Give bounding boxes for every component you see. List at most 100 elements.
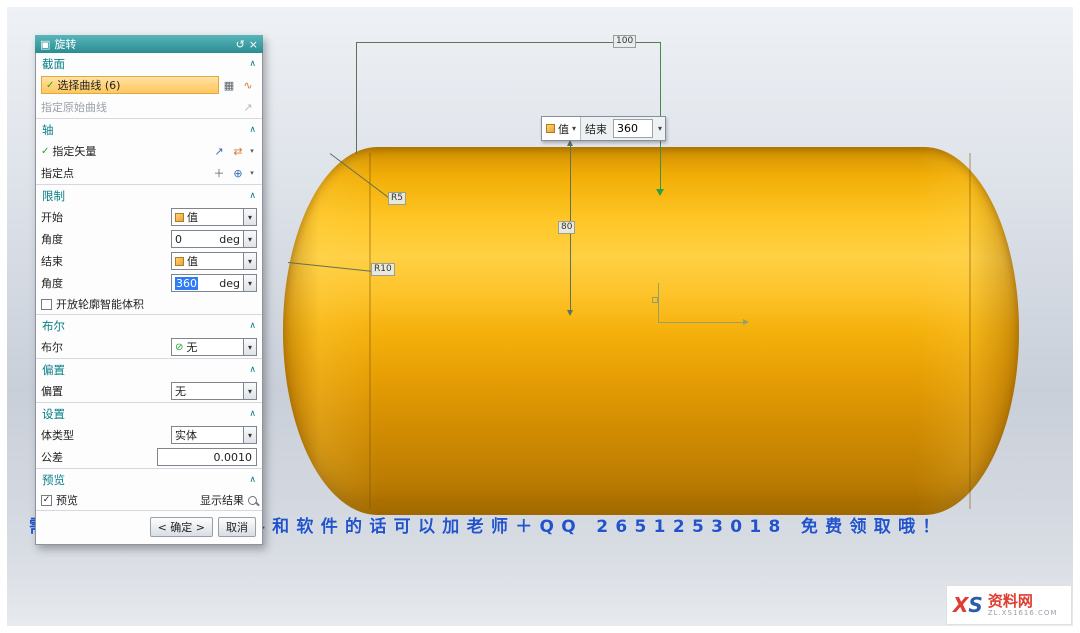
dim-extension-line-left [356, 42, 357, 154]
start-angle-input[interactable]: 0 deg ▾ [171, 230, 257, 248]
end-label: 结束 [41, 253, 63, 269]
value-option-icon [175, 213, 184, 222]
start-angle-unit: deg [219, 233, 240, 246]
tolerance-label: 公差 [41, 449, 63, 465]
cancel-button[interactable]: 取消 [218, 517, 256, 537]
end-angle-dropdown-icon[interactable]: ▾ [655, 117, 665, 140]
collapse-icon[interactable]: ∧ [249, 59, 256, 69]
section-header-limits[interactable]: 限制 ∧ [36, 184, 262, 206]
reset-icon[interactable]: ↺ [236, 39, 245, 50]
end-mode-value: 值 [187, 253, 198, 269]
dim-radius1-label[interactable]: R5 [388, 192, 406, 205]
check-icon: ✓ [43, 496, 51, 505]
cylinder-seam-right [969, 153, 971, 509]
magnifier-icon [248, 496, 257, 505]
vector-dropdown-icon[interactable]: ▾ [247, 142, 257, 160]
chevron-down-icon[interactable]: ▾ [244, 426, 257, 444]
origin-curve-label: 指定原始曲线 [41, 99, 107, 115]
limits-label: 限制 [42, 188, 65, 204]
end-mode-dropdown[interactable]: 值 ▾ [171, 252, 257, 270]
collapse-icon[interactable]: ∧ [249, 409, 256, 419]
boolean-label: 布尔 [42, 318, 65, 334]
select-curve-field[interactable]: ✓ 选择曲线 (6) [41, 76, 219, 94]
preview-checkbox[interactable]: ✓ [41, 495, 52, 506]
end-angle-input[interactable]: 360 deg ▾ [171, 274, 257, 292]
limit-mode-dropdown[interactable]: 值 ▾ [542, 117, 581, 140]
ok-button[interactable]: < 确定 > [150, 517, 213, 537]
axis-arrow-icon [656, 189, 664, 196]
sketch-handle[interactable] [652, 297, 658, 303]
dialog-title: 旋转 [54, 36, 231, 52]
specify-point-label: 指定点 [41, 165, 74, 181]
value-option-icon [546, 124, 555, 133]
revolve-dialog: ▣ 旋转 ↺ × 截面 ∧ ✓ 选择曲线 (6) ▦ ∿ 指定原始曲线 ↗ [35, 35, 263, 545]
curve-rule-icon[interactable]: ∿ [239, 76, 257, 94]
open-profile-checkbox[interactable] [41, 299, 52, 310]
start-mode-value: 值 [187, 209, 198, 225]
end-angle-label: 结束 [581, 117, 611, 140]
boolean-value: 无 [186, 339, 197, 355]
section-header-axis[interactable]: 轴 ∧ [36, 118, 262, 140]
point-icon[interactable]: ⊕ [229, 164, 247, 182]
offset-value: 无 [175, 383, 186, 399]
onscreen-input-toolbar: 值 ▾ 结束 360 ▾ [541, 116, 666, 141]
collapse-icon[interactable]: ∧ [249, 365, 256, 375]
open-profile-label: 开放轮廓智能体积 [56, 296, 144, 312]
specify-vector-label: 指定矢量 [52, 143, 96, 159]
end-angle-input[interactable]: 360 [613, 119, 653, 138]
vector-dialog-icon[interactable]: ↗ [210, 142, 228, 160]
boolean-dropdown[interactable]: ⊘ 无 ▾ [171, 338, 257, 356]
collapse-icon[interactable]: ∧ [249, 125, 256, 135]
dialog-titlebar[interactable]: ▣ 旋转 ↺ × [35, 35, 263, 53]
offset-dropdown[interactable]: 无 ▾ [171, 382, 257, 400]
limit-mode-value: 值 [558, 121, 569, 137]
tolerance-input[interactable]: 0.0010 [157, 448, 257, 466]
watermark-name: 资料网 [988, 593, 1058, 609]
section-header-offset[interactable]: 偏置 ∧ [36, 358, 262, 380]
show-result-button[interactable]: 显示结果 [200, 492, 257, 508]
dim-height-label[interactable]: 80 [558, 221, 575, 234]
settings-label: 设置 [42, 406, 65, 422]
preview-checkbox-label: 预览 [56, 492, 78, 508]
collapse-icon[interactable]: ∧ [249, 321, 256, 331]
chevron-down-icon[interactable]: ▾ [244, 208, 257, 226]
sketch-line-horizontal [658, 322, 744, 323]
chevron-down-icon[interactable]: ▾ [244, 252, 257, 270]
end-angle-label: 角度 [41, 275, 63, 291]
end-angle-unit: deg [219, 277, 240, 290]
chevron-down-icon[interactable]: ▾ [244, 338, 257, 356]
collapse-icon[interactable]: ∧ [249, 191, 256, 201]
select-curve-label: 选择曲线 (6) [57, 77, 120, 93]
watermark-url: ZL.XS1616.COM [988, 609, 1058, 617]
body-type-value: 实体 [175, 427, 197, 443]
section-header-section[interactable]: 截面 ∧ [36, 53, 262, 74]
curve-collector-icon[interactable]: ▦ [220, 76, 238, 94]
section-header-preview[interactable]: 预览 ∧ [36, 468, 262, 490]
watermark-logo-x: X [953, 593, 968, 617]
start-mode-dropdown[interactable]: 值 ▾ [171, 208, 257, 226]
app-window: 100 80 R5 R10 值 ▾ 结束 360 ▾ [0, 0, 1080, 633]
dim-width-label[interactable]: 100 [613, 35, 636, 48]
chevron-down-icon[interactable]: ▾ [244, 382, 257, 400]
watermark-badge: XS 资料网 ZL.XS1616.COM [946, 585, 1072, 625]
section-header-settings[interactable]: 设置 ∧ [36, 402, 262, 424]
dim-radius2-label[interactable]: R10 [371, 263, 395, 276]
watermark-logo: XS [953, 595, 983, 615]
none-icon: ⊘ [175, 342, 183, 353]
body-type-label: 体类型 [41, 427, 74, 443]
point-dropdown-icon[interactable]: ▾ [247, 164, 257, 182]
section-header-boolean[interactable]: 布尔 ∧ [36, 314, 262, 336]
value-option-icon [175, 257, 184, 266]
chevron-down-icon: ▾ [572, 124, 576, 133]
chevron-down-icon[interactable]: ▾ [244, 274, 257, 292]
body-type-dropdown[interactable]: 实体 ▾ [171, 426, 257, 444]
reverse-direction-icon[interactable]: ⇄ [229, 142, 247, 160]
point-dialog-icon[interactable]: ＋ [210, 164, 228, 182]
dim-arrow-down-icon [567, 310, 573, 316]
end-angle-value: 360 [175, 277, 198, 290]
collapse-icon[interactable]: ∧ [249, 475, 256, 485]
chevron-down-icon[interactable]: ▾ [244, 230, 257, 248]
sketch-line-vertical [658, 283, 659, 323]
close-icon[interactable]: × [249, 39, 258, 50]
offset-label: 偏置 [42, 362, 65, 378]
